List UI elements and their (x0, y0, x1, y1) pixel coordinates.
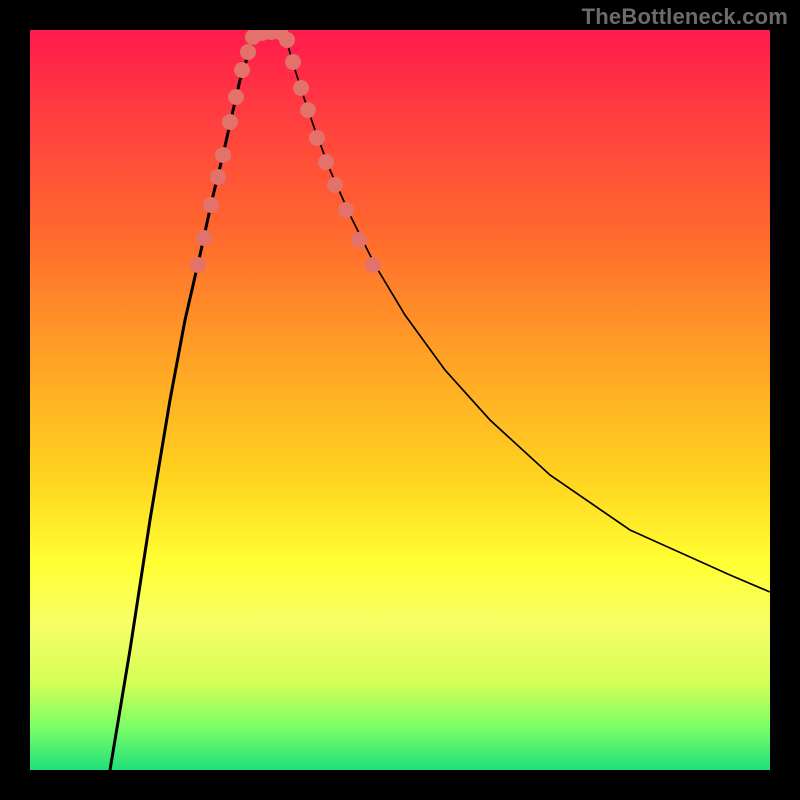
marker-group (190, 30, 381, 273)
watermark-label: TheBottleneck.com (582, 4, 788, 30)
plot-area (30, 30, 770, 770)
data-marker (338, 202, 354, 218)
data-marker (300, 102, 316, 118)
curve-svg (30, 30, 770, 770)
data-marker (285, 54, 301, 70)
data-marker (196, 230, 212, 246)
data-marker (318, 154, 334, 170)
data-marker (210, 169, 226, 185)
data-marker (351, 232, 367, 248)
data-marker (279, 32, 295, 48)
data-marker (240, 44, 256, 60)
data-marker (293, 80, 309, 96)
data-marker (327, 177, 343, 193)
data-marker (215, 147, 231, 163)
data-marker (228, 89, 244, 105)
data-marker (234, 62, 250, 78)
data-marker (222, 114, 238, 130)
chart-frame: TheBottleneck.com (0, 0, 800, 800)
data-marker (309, 130, 325, 146)
data-marker (365, 257, 381, 273)
data-marker (190, 257, 206, 273)
curve-right (285, 35, 770, 592)
data-marker (203, 197, 219, 213)
curve-left (110, 35, 255, 770)
